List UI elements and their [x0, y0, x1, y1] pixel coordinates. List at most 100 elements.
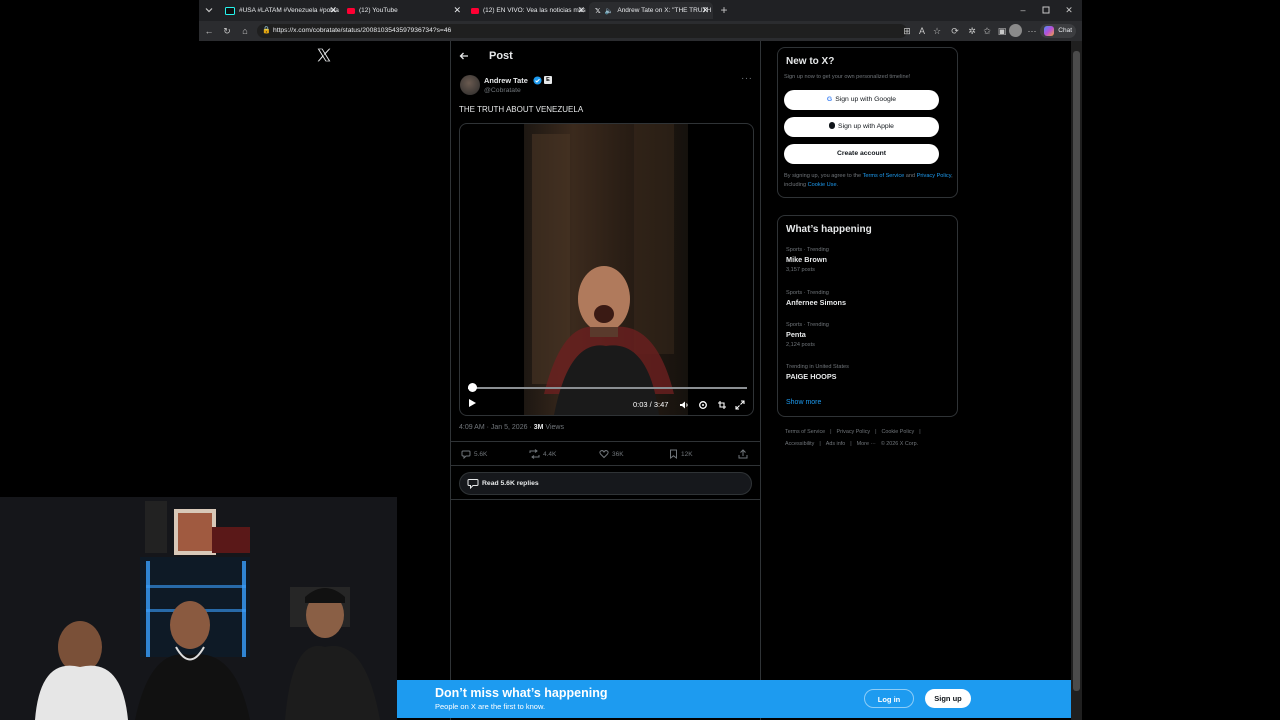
terms-link[interactable]: Terms of Service [863, 173, 905, 179]
tab-youtube[interactable]: (12) YouTube ✕ [341, 2, 465, 19]
post-time[interactable]: 4:09 AM · Jan 5, 2026 · [459, 424, 534, 431]
close-icon[interactable]: ✕ [453, 5, 461, 16]
scrollbar[interactable] [1071, 41, 1082, 720]
avatar[interactable] [460, 75, 480, 95]
collections-icon[interactable]: ▣ [996, 25, 1008, 37]
favorites-icon[interactable]: ✩ [981, 25, 993, 37]
cookie-link[interactable]: Cookie Use [808, 182, 837, 188]
video-scrubber-handle[interactable] [468, 383, 477, 392]
maximize-icon[interactable] [1040, 4, 1052, 16]
signup-card: New to X? Sign up now to get your own pe… [777, 47, 958, 198]
back-icon[interactable]: ← [203, 25, 215, 37]
share-button[interactable] [738, 449, 748, 459]
verified-badge-icon[interactable] [533, 76, 542, 85]
play-icon[interactable] [467, 398, 477, 408]
privacy-link[interactable]: Privacy Policy [917, 173, 951, 179]
trend-name: Mike Brown [786, 255, 827, 264]
refresh-extension-icon[interactable]: ⟳ [949, 25, 961, 37]
new-tab-icon[interactable]: + [718, 4, 730, 16]
webcam-overlay [0, 497, 397, 720]
scrollbar-thumb[interactable] [1073, 51, 1080, 691]
footer-separator: | [819, 441, 821, 447]
read-replies-button[interactable]: Read 5.6K replies [459, 472, 752, 495]
tab-title: Andrew Tate on X: "THE TRUTH [617, 7, 712, 14]
create-account-label: Create account [836, 150, 887, 157]
like-button[interactable]: 36K [599, 449, 624, 459]
copilot-chat-button[interactable]: Chat [1040, 24, 1076, 38]
video-player[interactable]: 0:03 / 3:47 [459, 123, 754, 416]
more-options-icon[interactable]: ··· [1026, 25, 1038, 37]
url-field[interactable]: 🔒 https://x.com/cobratate/status/2008103… [257, 24, 907, 38]
author-handle[interactable]: @Cobratate [484, 87, 521, 94]
lock-icon[interactable]: 🔒 [262, 24, 271, 38]
trend-name: Anfernee Simons [786, 298, 847, 307]
google-signup-button[interactable]: G Sign up with Google [784, 90, 939, 110]
extensions-icon[interactable]: ✲ [966, 25, 978, 37]
sign-up-button[interactable]: Sign up [925, 689, 971, 708]
footer-link-privacy[interactable]: Privacy Policy [837, 429, 871, 435]
footer-separator: | [919, 429, 921, 435]
trend-item[interactable]: Sports · Trending Penta 2,124 posts [786, 322, 829, 348]
author-name[interactable]: Andrew Tate [484, 76, 528, 85]
footer-link-cookie[interactable]: Cookie Policy [882, 429, 915, 435]
divider [451, 465, 761, 466]
reload-icon[interactable]: ↻ [221, 25, 233, 37]
create-account-button[interactable]: Create account [784, 144, 939, 164]
reply-button[interactable]: 5.6K [461, 449, 487, 459]
tab-youtube-live[interactable]: (12) EN VIVO: Vea las noticias más ✕ [465, 2, 589, 19]
volume-icon[interactable] [679, 400, 689, 410]
footer-link-ads-info[interactable]: Ads info [826, 441, 845, 447]
repost-button[interactable]: 4.4K [529, 449, 556, 459]
copilot-icon [1044, 26, 1055, 36]
post-timestamp: 4:09 AM · Jan 5, 2026 · 3M Views [459, 424, 564, 431]
home-icon[interactable]: ⌂ [239, 25, 251, 37]
tab-x-post[interactable]: 𝕏 🔈 Andrew Tate on X: "THE TRUTH ✕ [589, 2, 713, 19]
app-available-icon[interactable]: ⊞ [901, 25, 913, 37]
trend-context: Trending in United States [786, 364, 849, 370]
bookmark-button[interactable]: 12K [669, 449, 693, 459]
tab-tiktok[interactable]: #USA #LATAM #Venezuela #pobla ✕ [219, 2, 341, 19]
footer-separator: | [875, 429, 877, 435]
read-aloud-icon[interactable]: A [916, 25, 928, 37]
tab-title: (12) YouTube [359, 7, 398, 14]
copyright: © 2026 X Corp. [880, 441, 919, 447]
affiliate-badge[interactable]: E [544, 76, 552, 84]
more-options-icon[interactable]: ··· [741, 73, 753, 84]
log-in-button[interactable]: Log in [864, 689, 914, 708]
minimize-icon[interactable]: – [1017, 4, 1029, 16]
apple-signup-label: Sign up with Apple [838, 123, 894, 130]
x-logo-icon[interactable] [316, 48, 332, 62]
trend-context: Sports · Trending [786, 247, 829, 253]
footer-separator: | [830, 429, 832, 435]
footer-link-more[interactable]: More ··· [857, 441, 876, 447]
profile-avatar-icon[interactable] [1009, 24, 1022, 37]
reply-count: 5.6K [474, 450, 488, 458]
tab-list-chevron-icon[interactable] [203, 4, 215, 16]
settings-gear-icon[interactable] [698, 400, 708, 410]
speaker-icon[interactable]: 🔈 [605, 7, 614, 15]
favorites-star-icon[interactable]: ☆ [931, 25, 943, 37]
like-count: 36K [612, 450, 624, 458]
close-icon[interactable]: ✕ [329, 5, 337, 16]
youtube-icon [471, 7, 479, 14]
trending-card: What’s happening Sports · Trending Mike … [777, 215, 958, 417]
trend-item[interactable]: Sports · Trending Anfernee Simons [786, 290, 846, 307]
window-close-icon[interactable]: ✕ [1063, 4, 1075, 16]
trend-item[interactable]: Trending in United States PAIGE HOOPS [786, 364, 849, 381]
close-icon[interactable]: ✕ [577, 5, 585, 16]
fullscreen-icon[interactable] [735, 400, 745, 410]
show-more-link[interactable]: Show more [786, 399, 821, 406]
views-count: 3M [533, 424, 544, 431]
footer-link-accessibility[interactable]: Accessibility [785, 441, 814, 447]
close-icon[interactable]: ✕ [701, 5, 709, 16]
post-text: THE TRUTH ABOUT VENEZUELA [459, 105, 584, 114]
trend-name: PAIGE HOOPS [786, 372, 837, 381]
repost-icon [529, 449, 540, 459]
trend-item[interactable]: Sports · Trending Mike Brown 3,157 posts [786, 247, 829, 273]
apple-signup-button[interactable]: Sign up with Apple [784, 117, 939, 137]
back-arrow-icon[interactable] [459, 51, 469, 61]
picture-in-picture-icon[interactable] [717, 400, 727, 410]
footer-link-terms[interactable]: Terms of Service [785, 429, 825, 435]
video-progress-track[interactable] [468, 387, 747, 389]
tiktok-icon [225, 6, 235, 15]
